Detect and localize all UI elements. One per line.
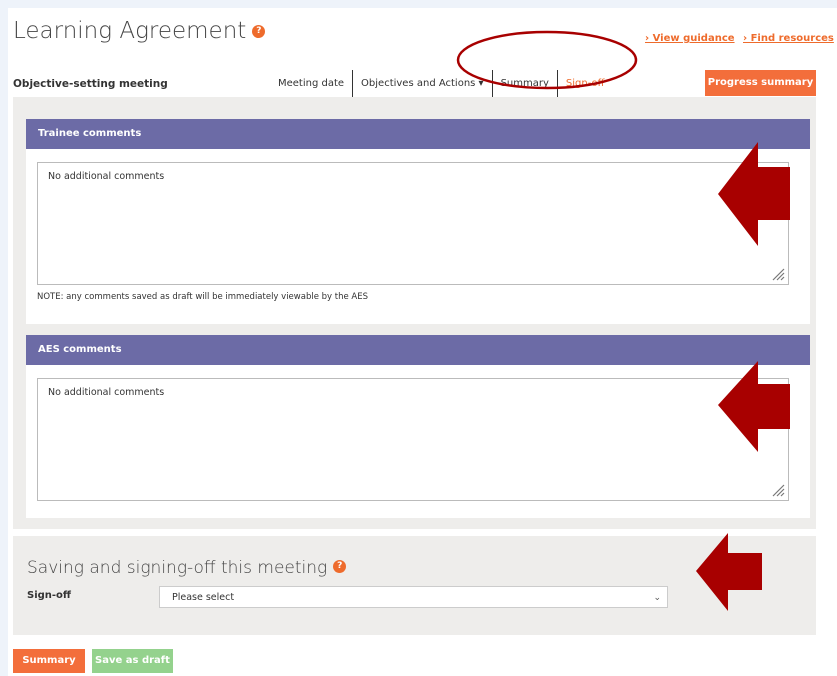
meeting-subtitle: Objective-setting meeting bbox=[13, 78, 168, 90]
tab-sign-off[interactable]: Sign-off bbox=[558, 70, 613, 97]
save-as-draft-button[interactable]: Save as draft bbox=[92, 649, 173, 673]
save-signoff-title: Saving and signing-off this meeting? bbox=[27, 558, 347, 578]
summary-button[interactable]: Summary bbox=[13, 649, 85, 673]
aes-comments-text: No additional comments bbox=[48, 387, 165, 398]
signoff-label: Sign-off bbox=[27, 590, 72, 601]
trainee-comments-textarea[interactable]: No additional comments bbox=[37, 162, 789, 285]
aes-comments-heading: AES comments bbox=[26, 335, 810, 365]
find-resources-link[interactable]: › Find resources bbox=[743, 33, 834, 44]
progress-summary-button[interactable]: Progress summary bbox=[705, 70, 816, 96]
resize-grip-icon[interactable] bbox=[771, 267, 785, 281]
page-title: Learning Agreement? bbox=[13, 18, 266, 44]
trainee-comments-heading: Trainee comments bbox=[26, 119, 810, 149]
tab-summary[interactable]: Summary bbox=[493, 70, 558, 97]
trainee-comments-text: No additional comments bbox=[48, 171, 165, 182]
aes-comments-panel: AES comments No additional comments bbox=[26, 335, 810, 518]
signoff-select-value: Please select bbox=[172, 592, 235, 603]
resize-grip-icon[interactable] bbox=[771, 483, 785, 497]
save-signoff-section: Saving and signing-off this meeting? Sig… bbox=[13, 536, 816, 635]
draft-visibility-note: NOTE: any comments saved as draft will b… bbox=[37, 292, 368, 302]
meeting-tabs: Meeting date Objectives and Actions ▾ Su… bbox=[270, 70, 613, 97]
tab-objectives-and-actions[interactable]: Objectives and Actions ▾ bbox=[353, 70, 493, 97]
view-guidance-link[interactable]: › View guidance bbox=[645, 33, 735, 44]
help-icon[interactable]: ? bbox=[252, 25, 266, 38]
aes-comments-textarea[interactable]: No additional comments bbox=[37, 378, 789, 501]
chevron-down-icon: ⌄ bbox=[653, 593, 661, 603]
trainee-comments-panel: Trainee comments No additional comments … bbox=[26, 119, 810, 324]
tab-meeting-date[interactable]: Meeting date bbox=[270, 70, 354, 97]
help-icon[interactable]: ? bbox=[333, 560, 347, 573]
signoff-select[interactable]: Please select ⌄ bbox=[159, 586, 668, 608]
